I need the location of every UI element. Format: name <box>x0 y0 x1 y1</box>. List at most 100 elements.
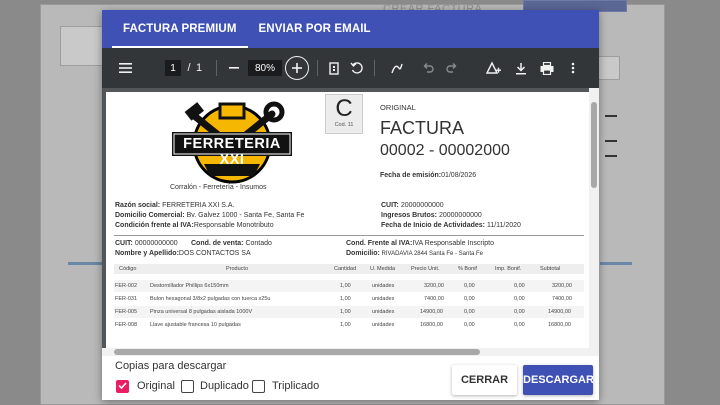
cell-product: Bulon hexagonal 3/8x2 pulgadas con tuerc… <box>150 296 271 302</box>
column-header: Cantidad <box>334 266 357 272</box>
company-slogan: Corralón - Ferretería - Insumos <box>170 184 267 191</box>
table-row: FER-005 Pinza universal 8 pulgadas aisla… <box>114 306 584 318</box>
cell-bonif: 0,00 <box>464 283 475 289</box>
rotate-icon[interactable] <box>348 48 366 88</box>
cell-unit: unidades <box>372 322 395 328</box>
issuer-razon: Razón social: FERRETERIA XXI S.A. <box>115 202 235 209</box>
background-dash <box>605 115 617 117</box>
column-header: Producto <box>226 266 249 272</box>
download-button[interactable]: DESCARGAR <box>523 365 594 395</box>
column-header: U. Medida <box>370 266 396 272</box>
issuer-cuit: CUIT: 20000000000 <box>381 202 444 209</box>
cell-code: FER-005 <box>115 309 138 315</box>
column-header: Subtotal <box>540 266 561 272</box>
checkbox-triplicado[interactable] <box>252 380 265 393</box>
cell-quantity: 1,00 <box>340 322 351 328</box>
checkbox-duplicado-label[interactable]: Duplicado <box>200 380 249 392</box>
horizontal-scrollbar[interactable] <box>102 348 589 356</box>
add-annotation-icon[interactable] <box>484 48 502 88</box>
logo-text: FERRETERIA XXI <box>183 136 281 168</box>
toolbar-divider <box>374 60 375 76</box>
cell-subtotal: 16800,00 <box>548 322 571 328</box>
cell-quantity: 1,00 <box>340 309 351 315</box>
menu-icon[interactable] <box>115 48 135 88</box>
tab-factura-premium[interactable]: FACTURA PREMIUM <box>112 10 248 48</box>
tab-bar: FACTURA PREMIUM ENVIAR POR EMAIL <box>102 10 599 48</box>
invoice-number: 00002 - 00002000 <box>380 142 510 159</box>
cell-price: 16800,00 <box>420 322 443 328</box>
invoice-dialog: FACTURA PREMIUM ENVIAR POR EMAIL 1 / 1 8… <box>102 10 599 400</box>
cell-code: FER-008 <box>115 322 138 328</box>
cell-product: Llave ajustable francesa 10 pulgadas <box>150 322 241 328</box>
cell-quantity: 1,00 <box>340 283 351 289</box>
cell-price: 7400,00 <box>424 296 444 302</box>
vertical-scroll-thumb[interactable] <box>591 102 597 188</box>
redo-icon[interactable] <box>444 48 460 88</box>
cell-bonif: 0,00 <box>464 309 475 315</box>
client-cuit: CUIT: 00000000000 <box>115 240 178 247</box>
invoice-letter: C <box>335 95 353 122</box>
client-iva: Cond. Frente al IVA:IVA Responsable Insc… <box>346 240 494 247</box>
toolbar-divider <box>317 60 318 76</box>
background-field <box>598 56 620 80</box>
column-header: Imp. Bonif. <box>495 266 522 272</box>
close-button[interactable]: CERRAR <box>452 365 517 395</box>
issuer-ingresos-brutos: Ingresos Brutos: 20000000000 <box>381 212 482 219</box>
toolbar-divider <box>216 60 217 76</box>
copies-label: Copias para descargar <box>115 360 227 372</box>
page-number-input[interactable]: 1 <box>165 60 181 76</box>
zoom-in-icon[interactable] <box>285 56 309 80</box>
more-options-icon[interactable] <box>566 48 580 88</box>
cell-imp-bonif: 0,00 <box>514 283 525 289</box>
issuer-inicio-actividades: Fecha de Inicio de Actividades: 11/11/20… <box>381 222 521 229</box>
page-total: 1 <box>195 62 203 74</box>
fit-page-icon[interactable] <box>326 48 342 88</box>
tab-enviar-email[interactable]: ENVIAR POR EMAIL <box>248 10 382 48</box>
table-header: Código Producto Cantidad U. Medida Preci… <box>114 264 584 274</box>
print-icon[interactable] <box>538 48 556 88</box>
zoom-level-input[interactable]: 80% <box>248 60 282 76</box>
checkbox-original-label[interactable]: Original <box>137 380 175 392</box>
download-options: Copias para descargar Original Duplicado… <box>102 356 599 400</box>
cell-subtotal: 3200,00 <box>552 283 572 289</box>
checkbox-original[interactable] <box>116 380 129 393</box>
checkbox-triplicado-label[interactable]: Triplicado <box>272 380 319 392</box>
cell-product: Pinza universal 8 pulgadas aislada 1000V <box>150 309 253 315</box>
background-dash <box>605 155 617 157</box>
table-row: FER-008 Llave ajustable francesa 10 pulg… <box>114 319 584 331</box>
cell-bonif: 0,00 <box>464 322 475 328</box>
issuer-iva: Condición frente al IVA:Responsable Mono… <box>115 222 274 229</box>
cell-subtotal: 7400,00 <box>552 296 572 302</box>
checkbox-duplicado[interactable] <box>181 380 194 393</box>
copy-label: ORIGINAL <box>380 103 416 112</box>
undo-icon[interactable] <box>420 48 436 88</box>
vertical-scrollbar[interactable] <box>589 88 599 356</box>
column-header: Precio Unit. <box>411 266 440 272</box>
cell-bonif: 0,00 <box>464 296 475 302</box>
table-row: FER-002 Destornillador Phillips 6x150mm … <box>114 280 584 292</box>
download-icon[interactable] <box>512 48 530 88</box>
client-domicilio: Domicilio: RIVADAVIA 2844 Santa Fe - San… <box>346 250 484 257</box>
zoom-out-icon[interactable] <box>226 48 242 88</box>
document-type: FACTURA <box>380 118 465 138</box>
cell-unit: unidades <box>372 283 395 289</box>
cell-product: Destornillador Phillips 6x150mm <box>150 283 229 289</box>
issue-date: Fecha de emisión:01/08/2026 <box>380 172 477 179</box>
cell-subtotal: 14900,00 <box>548 309 571 315</box>
horizontal-scroll-thumb[interactable] <box>114 349 480 355</box>
background-line <box>600 262 632 265</box>
column-header: Código <box>119 266 137 272</box>
background-line <box>68 262 104 265</box>
cell-code: FER-002 <box>115 283 138 289</box>
pdf-toolbar: 1 / 1 80% <box>102 48 599 88</box>
invoice-code: Cod. 11 <box>334 122 354 128</box>
cell-unit: unidades <box>372 309 395 315</box>
cell-imp-bonif: 0,00 <box>514 309 525 315</box>
table-row: FER-031 Bulon hexagonal 3/8x2 pulgadas c… <box>114 293 584 305</box>
page-separator: / <box>187 62 191 74</box>
pdf-viewer[interactable]: FERRETERIA XXI Corralón - Ferretería - I… <box>102 88 599 356</box>
company-logo: FERRETERIA XXI <box>164 100 300 184</box>
column-header: % Bonif <box>458 266 477 272</box>
client-nombre: Nombre y Apellido:DOS CONTACTOS SA <box>115 250 251 257</box>
draw-icon[interactable] <box>388 48 406 88</box>
